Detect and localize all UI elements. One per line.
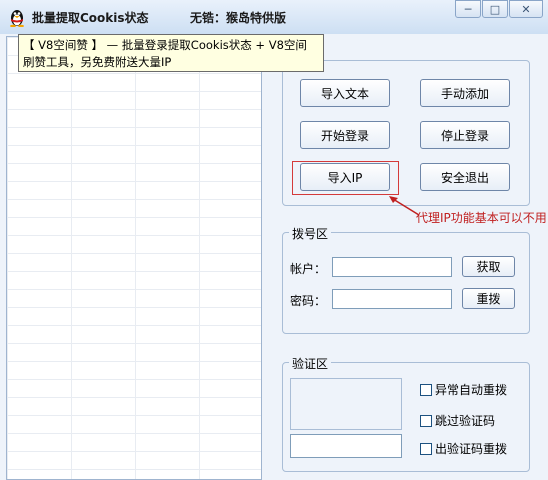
captcha-input[interactable] — [290, 434, 402, 458]
checkbox-icon — [420, 414, 432, 427]
dial-group-title: 拨号区 — [289, 225, 332, 242]
captcha-image — [290, 378, 402, 430]
password-label: 密码： — [290, 294, 327, 308]
tooltip-line-2: 刷赞工具，另免费附送大量IP — [23, 55, 172, 69]
manual-add-button[interactable]: 手动添加 — [420, 79, 510, 107]
minimize-button[interactable]: ─ — [455, 0, 481, 18]
checkbox-icon — [420, 442, 432, 455]
skip-captcha-label: 跳过验证码 — [435, 414, 496, 428]
password-input[interactable] — [332, 289, 452, 309]
redial-button[interactable]: 重拨 — [462, 288, 515, 309]
minimize-icon: ─ — [464, 2, 472, 16]
start-login-button[interactable]: 开始登录 — [300, 121, 390, 149]
maximize-icon: □ — [489, 2, 501, 16]
highlight-box — [292, 161, 399, 195]
qq-penguin-icon — [10, 10, 24, 27]
skip-captcha-checkbox[interactable]: 跳过验证码 — [420, 412, 495, 429]
title-bar: 批量提取Cookis状态 无锆：猴岛特供版 ─ □ ✕ — [0, 0, 548, 35]
window-subtitle: 无锆：猴岛特供版 — [190, 11, 287, 25]
account-list-grid[interactable] — [6, 36, 262, 480]
tooltip: 【 V8空间赞 】 — 批量登录提取Cookis状态 + V8空间 刷赞工具，另… — [18, 34, 324, 72]
fetch-button[interactable]: 获取 — [462, 256, 515, 277]
annotation-note: 代理IP功能基本可以不用 — [416, 211, 547, 225]
import-text-button[interactable]: 导入文本 — [300, 79, 390, 107]
window-title: 批量提取Cookis状态 — [32, 11, 149, 25]
close-icon: ✕ — [521, 2, 531, 16]
tooltip-line-1: 【 V8空间赞 】 — 批量登录提取Cookis状态 + V8空间 — [23, 38, 307, 52]
checkbox-icon — [420, 383, 432, 396]
maximize-button[interactable]: □ — [482, 0, 508, 18]
stop-login-button[interactable]: 停止登录 — [420, 121, 510, 149]
captcha-redial-label: 出验证码重拨 — [435, 442, 508, 456]
verify-group-title: 验证区 — [289, 355, 332, 372]
auto-redial-checkbox[interactable]: 异常自动重拨 — [420, 381, 507, 398]
captcha-redial-checkbox[interactable]: 出验证码重拨 — [420, 440, 507, 457]
account-label: 帐户： — [290, 262, 327, 276]
auto-redial-label: 异常自动重拨 — [435, 383, 508, 397]
close-button[interactable]: ✕ — [509, 0, 543, 18]
dial-group: 拨号区 — [282, 225, 530, 334]
account-input[interactable] — [332, 257, 452, 277]
safe-exit-button[interactable]: 安全退出 — [420, 163, 510, 191]
